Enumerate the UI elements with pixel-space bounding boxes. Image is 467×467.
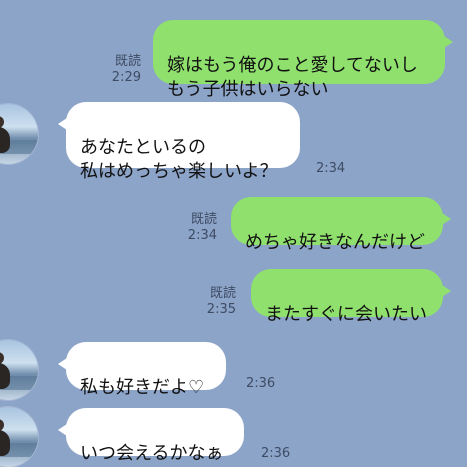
- message-meta: 既読 2:34: [169, 212, 217, 244]
- avatar-icon[interactable]: [0, 340, 38, 400]
- message-bubble-outgoing[interactable]: 嫁はもう俺のこと愛してないし もう子供はいらない: [153, 20, 453, 100]
- message-bubble-outgoing[interactable]: またすぐに会いたい: [251, 269, 451, 325]
- message-time: 2:35: [206, 302, 236, 317]
- message-text: めちゃ好きなんだけど: [245, 232, 425, 253]
- message-time: 2:36: [246, 376, 276, 391]
- message-text: 私も好きだよ♡: [80, 377, 205, 398]
- chat-view: 嫁はもう俺のこと愛してないし もう子供はいらない 既読 2:29 あなたといるの…: [0, 0, 467, 467]
- message-meta: 既読 2:29: [93, 54, 141, 86]
- message-bubble-outgoing[interactable]: めちゃ好きなんだけど: [231, 197, 451, 253]
- read-receipt: 既読: [190, 212, 217, 227]
- message-meta: 既読 2:35: [188, 286, 236, 318]
- avatar-icon[interactable]: [0, 407, 38, 467]
- message-time: 2:34: [187, 228, 217, 243]
- message-time: 2:29: [111, 70, 141, 85]
- message-text: いつ会えるかなぁ: [80, 443, 224, 464]
- message-text: あなたといるの 私はめっちゃ楽しいよ？: [80, 137, 278, 182]
- message-bubble-incoming[interactable]: 私も好きだよ♡: [58, 342, 226, 398]
- read-receipt: 既読: [209, 286, 236, 301]
- avatar-icon[interactable]: [0, 104, 38, 164]
- message-text: 嫁はもう俺のこと愛してないし もう子供はいらない: [167, 55, 418, 100]
- message-time: 2:34: [316, 161, 346, 176]
- message-time: 2:36: [261, 446, 291, 461]
- message-bubble-incoming[interactable]: いつ会えるかなぁ: [58, 408, 244, 464]
- read-receipt: 既読: [114, 54, 141, 69]
- message-bubble-incoming[interactable]: あなたといるの 私はめっちゃ楽しいよ？: [58, 102, 300, 182]
- message-text: またすぐに会いたい: [265, 304, 427, 325]
